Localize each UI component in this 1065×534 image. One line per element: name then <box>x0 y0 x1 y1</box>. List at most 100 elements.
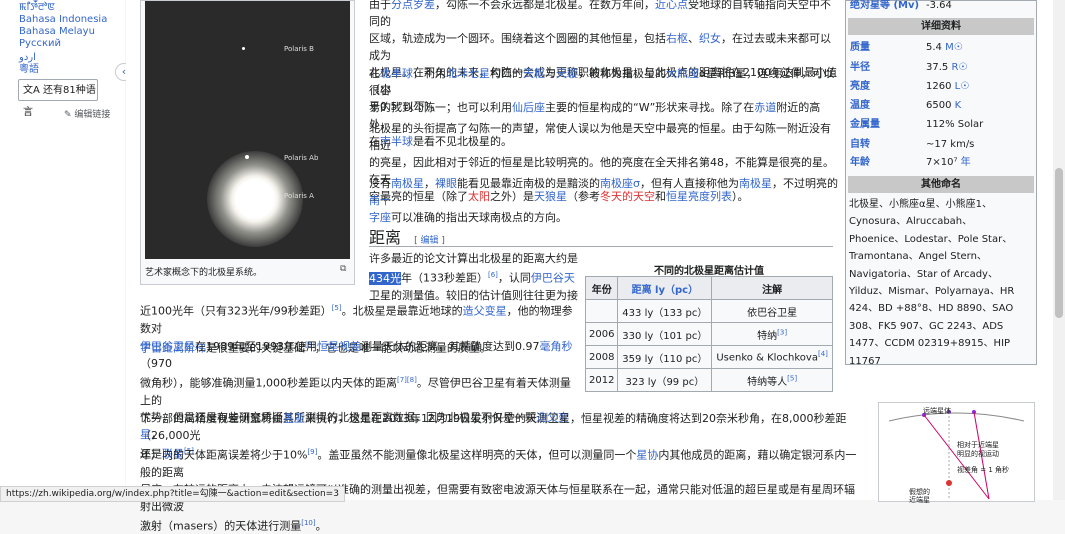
text: （970 <box>140 357 172 370</box>
infobox-label[interactable]: 自转 <box>850 135 870 154</box>
infobox-label[interactable]: 温度 <box>850 96 870 115</box>
link-hipparcos-2[interactable]: 伊巴谷卫星 <box>140 340 195 353</box>
lang-link-cantonese[interactable]: 粵語 <box>19 64 39 76</box>
ref-5[interactable]: [5] <box>332 304 342 312</box>
unit-link[interactable]: 年 <box>961 157 971 168</box>
cell-note: 特纳等人[5] <box>711 368 833 392</box>
label-polaris-ab: Polaris Ab <box>284 154 319 162</box>
text: 由于 <box>369 0 391 11</box>
label-polaris-b: Polaris B <box>284 45 314 53</box>
infobox-label[interactable]: 年龄 <box>850 153 870 172</box>
infobox-label[interactable]: 亮度 <box>850 77 870 96</box>
scrollbar-thumb[interactable] <box>1055 168 1063 318</box>
table-row: 433 ly（133 pc） 依巴谷卫星 <box>584 299 833 323</box>
infobox-value: 5.4 M☉ <box>926 38 963 57</box>
table-row: 2006 330 ly（101 pc） 特纳[3] <box>584 322 833 346</box>
ref-4[interactable]: [4] <box>818 350 828 358</box>
link-parallax[interactable]: 恒星视差 <box>317 340 361 353</box>
unit-link[interactable]: R☉ <box>951 62 967 73</box>
ref-10[interactable]: [10] <box>301 519 315 527</box>
link-thuban[interactable]: 右枢 <box>666 32 688 45</box>
text: 易的找到勾陈一；也可以利用 <box>369 101 512 114</box>
more-languages-button[interactable]: 文A 还有81种语言 <box>18 79 98 118</box>
link-equator[interactable]: 赤道 <box>754 101 776 114</box>
text: 许多最近的论文计算出北极星的距离大约是 <box>369 252 578 265</box>
link-apsis[interactable]: 近心点 <box>655 0 688 11</box>
link-cassiopeia[interactable]: 仙后座 <box>512 101 545 114</box>
text: 主要的恒星构成的“W”形状来寻找。除了在 <box>545 101 755 114</box>
link-big-dipper[interactable]: 北斗七星 <box>446 67 490 80</box>
unit-link[interactable]: M☉ <box>945 42 963 53</box>
infobox-value: 1260 L☉ <box>926 77 969 96</box>
ref-7-8[interactable]: [7][8] <box>397 376 417 384</box>
note-text: 特纳 <box>757 330 778 342</box>
text: 近100光年（只有323光年/99秒差距） <box>140 304 332 318</box>
translate-icon: 文A <box>23 85 40 96</box>
selected-text[interactable]: 434光 <box>369 271 401 285</box>
infobox-label[interactable]: 绝对星等 (Mv) <box>850 0 919 15</box>
ref-6[interactable]: [6] <box>488 271 498 279</box>
names-line: 北极星、小熊座α星、小熊座1、 <box>849 199 992 210</box>
lang-link-meitei[interactable]: ꯃꯤꯇꯩꯂꯣꯟ <box>19 2 55 14</box>
link-merak[interactable]: 天璇 <box>556 67 578 80</box>
ref-3[interactable]: [3] <box>777 328 787 336</box>
header-distance-link[interactable]: 距离 ly（pc） <box>632 285 699 296</box>
link-cepheid[interactable]: 造父变星 <box>463 305 507 318</box>
lang-link-urdu[interactable]: اردو <box>19 52 36 64</box>
unit-link[interactable]: L☉ <box>955 81 970 92</box>
parallax-diagram[interactable]: 远端星体 相对于近端星 明显的视运动 视差角 = 1 角秒 假想的 近端星 <box>878 402 1035 504</box>
table-caption: 不同的北极星距离估计值 <box>654 266 764 277</box>
enlarge-icon[interactable]: ⧉ <box>340 264 346 274</box>
label-polaris-a: Polaris A <box>284 192 314 200</box>
infobox-value: 112% Solar <box>926 119 984 130</box>
cell-distance: 330 ly（101 pc） <box>617 322 713 346</box>
link-precession[interactable]: 分点岁差 <box>391 0 435 11</box>
ref-9[interactable]: [9] <box>307 448 317 456</box>
unit-link[interactable]: K <box>955 100 962 111</box>
link-crux[interactable]: 南十 <box>369 194 391 207</box>
ref-5d[interactable]: [5] <box>787 374 797 382</box>
lang-link-malay[interactable]: Bahasa Melayu <box>19 26 95 38</box>
edit-links[interactable]: ✎ 编辑链接 <box>64 107 110 120</box>
link-vega[interactable]: 织女 <box>699 32 721 45</box>
link-south-star-2[interactable]: 南极星 <box>739 177 772 190</box>
infobox-label[interactable]: 金属量 <box>850 115 880 134</box>
polaris-thumbnail: Polaris B Polaris Ab Polaris A 艺术家概念下的北极… <box>140 0 355 285</box>
vertical-scrollbar[interactable] <box>1053 0 1065 500</box>
cell-year: 2012 <box>584 368 619 392</box>
infobox-section-names: 其他命名 <box>848 176 1034 193</box>
text: 在 <box>369 67 380 80</box>
text: 与 <box>545 67 556 80</box>
link-sigma-octantis[interactable]: 南极座σ <box>600 177 640 190</box>
lang-link-indonesian[interactable]: Bahasa Indonesia <box>19 14 107 26</box>
polaris-system-image[interactable]: Polaris B Polaris Ab Polaris A <box>145 1 350 259</box>
text: 年（133秒差距） <box>401 271 488 285</box>
table-header-row: 年份 距离 ly（pc） 注解 <box>584 276 833 300</box>
value-text: 5.4 <box>926 42 942 53</box>
lang-link-russian[interactable]: Русский <box>19 38 61 50</box>
names-line: 11767 <box>849 355 881 367</box>
cell-note: 依巴谷卫星 <box>711 299 833 323</box>
text: 下一部的高精度视差测量将由 <box>140 412 283 425</box>
near-star <box>946 480 952 486</box>
section-heading-distance: 距离 [ 编辑 ] <box>369 224 833 247</box>
edit-links-label: 编辑链接 <box>74 110 111 120</box>
link-south-star[interactable]: 南极星 <box>391 177 424 190</box>
edit-section-link[interactable]: 编辑 <box>420 236 438 246</box>
infobox-row-age: 年龄 7×10⁷ 年 <box>848 153 1034 172</box>
diagram-label: 近端星 <box>909 496 930 504</box>
polaris-b-star <box>242 47 245 50</box>
infobox-label[interactable]: 半径 <box>850 58 870 77</box>
infobox-label[interactable]: 质量 <box>850 38 870 57</box>
link-naked-eye[interactable]: 裸眼 <box>435 177 457 190</box>
link-association[interactable]: 星协 <box>636 449 658 462</box>
link-crux-2[interactable]: 字座 <box>369 211 391 224</box>
link-dubhe[interactable]: 天枢 <box>523 67 545 80</box>
text: 可以准确的指出天球南极点的方向。 <box>391 211 567 224</box>
link-northern-hemisphere[interactable]: 北半球 <box>380 67 413 80</box>
link-hipparcos[interactable]: 伊巴谷天 <box>531 272 575 285</box>
link-mas[interactable]: 毫角秒 <box>540 340 573 353</box>
header-note: 注解 <box>711 276 833 300</box>
link-ursa-major[interactable]: 大熊座 <box>666 67 699 80</box>
link-gaia[interactable]: 盖亚 <box>283 412 305 425</box>
